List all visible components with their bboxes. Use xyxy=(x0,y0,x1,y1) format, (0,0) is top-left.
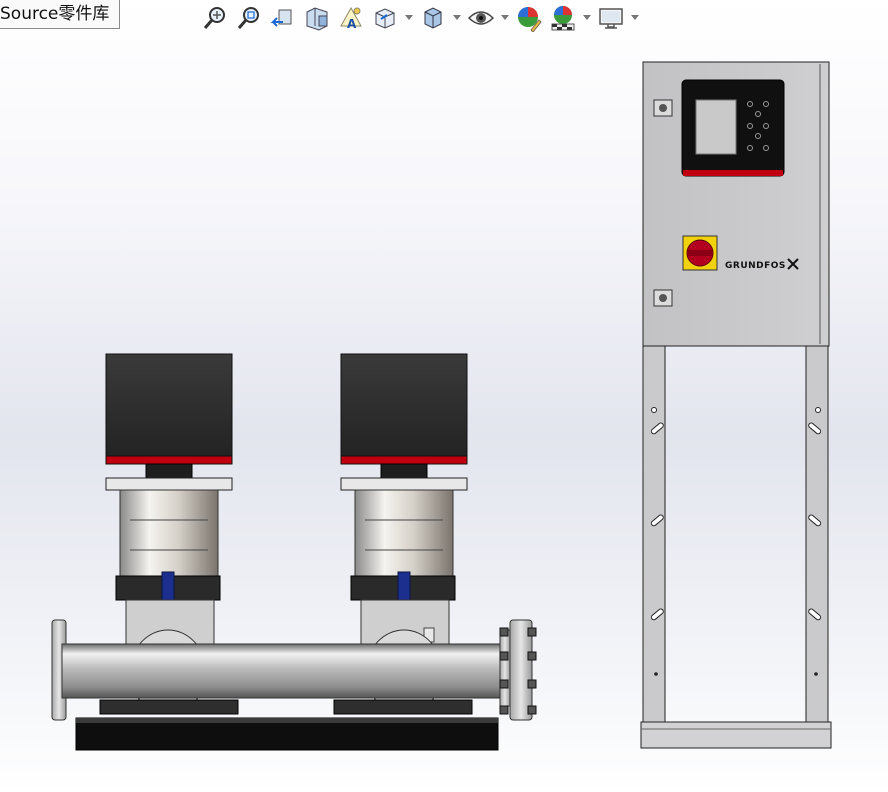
chevron-down-icon[interactable] xyxy=(402,3,416,33)
control-cabinet[interactable]: GRUNDFOS xyxy=(640,61,832,749)
pump-motor xyxy=(340,353,468,459)
zoom-to-fit-icon[interactable] xyxy=(198,3,232,33)
cabinet-leg-right xyxy=(805,345,829,725)
motor-red-band xyxy=(105,455,233,465)
dynamic-annotation-icon[interactable]: A xyxy=(334,3,368,33)
pump-sleeve xyxy=(119,489,219,583)
brand-label: GRUNDFOS xyxy=(725,261,786,271)
cabinet-leg-left xyxy=(642,345,666,725)
svg-text:A: A xyxy=(347,17,357,31)
edit-appearance-icon[interactable] xyxy=(512,3,546,33)
motor-red-band xyxy=(340,455,468,465)
chevron-down-icon[interactable] xyxy=(498,3,512,33)
view-settings-icon[interactable] xyxy=(594,3,628,33)
section-view-icon[interactable] xyxy=(300,3,334,33)
graphics-area[interactable]: GRUNDFOS xyxy=(0,36,888,792)
hide-show-items-icon[interactable] xyxy=(464,3,498,33)
heads-up-view-toolbar: A xyxy=(198,2,642,34)
zoom-to-area-icon[interactable] xyxy=(232,3,266,33)
chevron-down-icon[interactable] xyxy=(450,3,464,33)
display-style-icon[interactable] xyxy=(416,3,450,33)
chevron-down-icon[interactable] xyxy=(580,3,594,33)
cabinet-base xyxy=(640,721,832,749)
apply-scene-icon[interactable] xyxy=(546,3,580,33)
pump-sleeve xyxy=(354,489,454,583)
previous-view-icon[interactable] xyxy=(266,3,300,33)
controller-display xyxy=(695,99,737,155)
view-orientation-icon[interactable] xyxy=(368,3,402,33)
design-library-tab[interactable]: Source零件库 xyxy=(0,0,121,29)
chevron-down-icon[interactable] xyxy=(628,3,642,33)
pump-motor xyxy=(105,353,233,459)
